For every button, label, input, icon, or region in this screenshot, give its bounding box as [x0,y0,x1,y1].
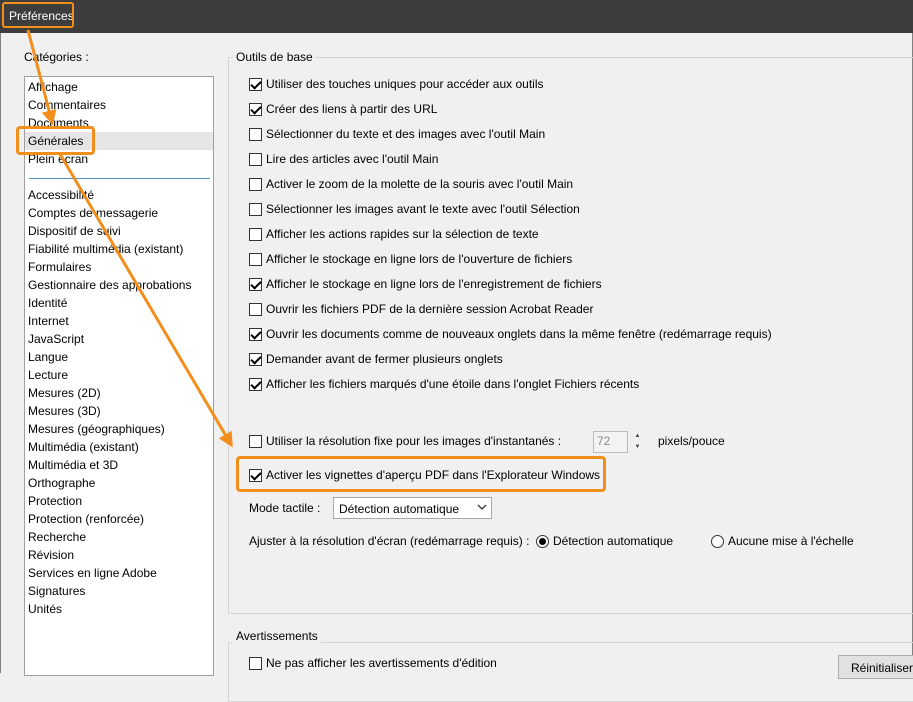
basic-tools-option[interactable]: Ouvrir les fichiers PDF de la dernière s… [249,300,593,318]
category-item[interactable]: Langue [28,348,68,366]
option-label: Afficher le stockage en ligne lors de l'… [266,277,602,291]
no-edit-warnings-option[interactable]: Ne pas afficher les avertissements d'édi… [249,654,497,672]
basic-tools-option[interactable]: Demander avant de fermer plusieurs ongle… [249,350,503,368]
basic-tools-title: Outils de base [233,50,316,64]
category-item[interactable]: Services en ligne Adobe [28,564,157,582]
option-checkbox[interactable] [249,352,262,366]
basic-tools-option[interactable]: Afficher le stockage en ligne lors de l'… [249,275,602,293]
snapshot-resolution-input[interactable]: 72 [593,431,628,453]
touch-mode-select[interactable]: Détection automatique [333,497,492,519]
basic-tools-option[interactable]: Créer des liens à partir des URL [249,100,437,118]
touch-mode-value: Détection automatique [339,502,460,516]
window-frame-left [0,33,1,673]
category-item[interactable]: Protection [28,492,82,510]
basic-tools-option[interactable]: Afficher les fichiers marqués d'une étoi… [249,375,639,393]
category-item[interactable]: Mesures (3D) [28,402,101,420]
no-edit-warnings-checkbox[interactable] [249,656,262,670]
option-label: Sélectionner les images avant le texte a… [266,202,580,216]
option-checkbox[interactable] [249,102,262,116]
option-checkbox[interactable] [249,327,262,341]
basic-tools-option[interactable]: Sélectionner du texte et des images avec… [249,125,545,143]
category-item[interactable]: Accessibilité [28,186,94,204]
option-label: Ouvrir les fichiers PDF de la dernière s… [266,302,594,316]
option-checkbox[interactable] [249,202,262,216]
scaling-none-label: Aucune mise à l'échelle [728,534,854,548]
category-item[interactable]: Recherche [28,528,86,546]
basic-tools-option[interactable]: Utiliser des touches uniques pour accéde… [249,75,544,93]
category-item[interactable]: Mesures (2D) [28,384,101,402]
category-item[interactable]: JavaScript [28,330,84,348]
scaling-auto-option[interactable]: Détection automatique [536,532,673,550]
category-item[interactable]: Signatures [28,582,85,600]
no-edit-warnings-label: Ne pas afficher les avertissements d'édi… [266,656,497,670]
snapshot-resolution-checkbox[interactable] [249,434,262,448]
option-label: Lire des articles avec l'outil Main [266,152,439,166]
scaling-auto-label: Détection automatique [553,534,674,548]
title-bar: Préférences [0,0,913,33]
touch-mode-label: Mode tactile : [249,501,321,515]
category-item[interactable]: Internet [28,312,69,330]
option-checkbox[interactable] [249,152,262,166]
category-item[interactable]: Fiabilité multimédia (existant) [28,240,183,258]
snapshot-resolution-unit: pixels/pouce [658,434,725,448]
option-checkbox[interactable] [249,277,262,291]
basic-tools-option[interactable]: Ouvrir les documents comme de nouveaux o… [249,325,772,343]
option-label: Afficher les fichiers marqués d'une étoi… [266,377,640,391]
basic-tools-option[interactable]: Lire des articles avec l'outil Main [249,150,438,168]
option-checkbox[interactable] [249,252,262,266]
categories-separator [29,178,210,179]
option-label: Utiliser des touches uniques pour accéde… [266,77,544,91]
option-checkbox[interactable] [249,302,262,316]
category-item[interactable]: Formulaires [28,258,91,276]
category-item[interactable]: Affichage [28,78,78,96]
category-item[interactable]: Commentaires [28,96,106,114]
scaling-none-radio[interactable] [711,534,724,548]
option-checkbox[interactable] [249,377,262,391]
basic-tools-option[interactable]: Afficher le stockage en ligne lors de l'… [249,250,572,268]
basic-tools-option[interactable]: Sélectionner les images avant le texte a… [249,200,580,218]
snapshot-resolution-stepper[interactable]: ▲ ▼ [631,431,644,453]
category-item[interactable]: Révision [28,546,74,564]
option-label: Afficher les actions rapides sur la séle… [266,227,539,241]
scaling-label: Ajuster à la résolution d'écran (redémar… [249,534,530,548]
category-item[interactable]: Protection (renforcée) [28,510,144,528]
scaling-auto-radio[interactable] [536,534,549,548]
category-item[interactable]: Multimédia et 3D [28,456,118,474]
reset-button[interactable]: Réinitialiser [838,655,913,679]
option-checkbox[interactable] [249,177,262,191]
option-label: Ouvrir les documents comme de nouveaux o… [266,327,772,341]
option-checkbox[interactable] [249,227,262,241]
option-label: Activer le zoom de la molette de la sour… [266,177,574,191]
selected-category-highlight-box [16,126,95,155]
snapshot-resolution-option[interactable]: Utiliser la résolution fixe pour les ima… [249,432,561,450]
stepper-down-icon[interactable]: ▼ [631,442,644,453]
category-item[interactable]: Comptes de messagerie [28,204,158,222]
stepper-up-icon[interactable]: ▲ [631,431,644,442]
category-item[interactable]: Orthographe [28,474,95,492]
basic-tools-option[interactable]: Activer le zoom de la molette de la sour… [249,175,573,193]
warnings-group [228,642,913,702]
title-highlight-box [2,2,74,28]
category-item[interactable]: Dispositif de suivi [28,222,121,240]
scaling-none-option[interactable]: Aucune mise à l'échelle [711,532,854,550]
option-label: Demander avant de fermer plusieurs ongle… [266,352,503,366]
option-checkbox[interactable] [249,77,262,91]
category-item[interactable]: Unités [28,600,62,618]
category-item[interactable]: Multimédia (existant) [28,438,139,456]
category-item[interactable]: Identité [28,294,67,312]
snapshot-resolution-label: Utiliser la résolution fixe pour les ima… [266,434,562,448]
category-item[interactable]: Lecture [28,366,68,384]
option-checkbox[interactable] [249,127,262,141]
thumbnails-highlight-box [236,456,606,492]
option-label: Afficher le stockage en ligne lors de l'… [266,252,573,266]
option-label: Créer des liens à partir des URL [266,102,438,116]
option-label: Sélectionner du texte et des images avec… [266,127,546,141]
categories-label: Catégories : [24,50,89,64]
category-item[interactable]: Mesures (géographiques) [28,420,165,438]
chevron-down-icon [477,504,487,510]
categories-list[interactable]: Affichage Commentaires Documents Générales P… [24,76,214,676]
category-item[interactable]: Gestionnaire des approbations [28,276,191,294]
warnings-title: Avertissements [233,629,321,643]
basic-tools-option[interactable]: Afficher les actions rapides sur la séle… [249,225,539,243]
